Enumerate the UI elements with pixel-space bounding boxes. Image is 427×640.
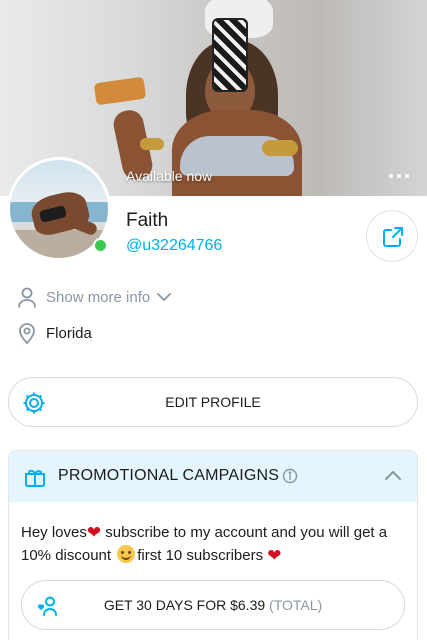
location-row: Florida <box>17 322 92 344</box>
edit-profile-label: EDIT PROFILE <box>165 394 261 410</box>
subscribe-offer-label: GET 30 DAYS FOR $6.39 (TOTAL) <box>22 597 404 613</box>
subscribe-price-text: GET 30 DAYS FOR $6.39 <box>103 597 266 613</box>
more-horizontal-icon <box>405 174 409 178</box>
gift-icon <box>25 469 45 487</box>
more-horizontal-icon <box>389 174 393 178</box>
cover-figure-bracelet <box>140 138 164 150</box>
info-icon[interactable] <box>282 468 298 484</box>
more-options-button[interactable] <box>386 166 412 186</box>
edit-profile-button[interactable]: EDIT PROFILE <box>8 377 418 427</box>
show-more-info-toggle[interactable]: Show more info <box>17 286 172 308</box>
promotional-campaigns-panel: PROMOTIONAL CAMPAIGNS Hey loves❤ subscri… <box>8 450 418 640</box>
cover-figure-toast <box>93 76 147 106</box>
chevron-down-icon <box>157 293 172 301</box>
profile-name: Faith <box>126 210 169 231</box>
online-status-dot <box>93 238 108 253</box>
avatar[interactable] <box>7 157 111 261</box>
location-pin-icon <box>19 323 35 344</box>
heart-emoji-icon: ❤ <box>267 546 282 565</box>
chevron-up-icon[interactable] <box>384 467 402 485</box>
subscribe-total-text: (TOTAL) <box>269 597 323 613</box>
share-icon <box>383 227 403 247</box>
more-horizontal-icon <box>397 174 401 178</box>
share-button[interactable] <box>366 210 418 262</box>
cover-figure-phone <box>212 18 248 92</box>
profile-handle[interactable]: @u32264766 <box>126 237 222 255</box>
user-icon <box>18 287 36 308</box>
promotional-campaigns-title: PROMOTIONAL CAMPAIGNS <box>58 467 280 484</box>
cover-figure-bracelet <box>262 140 298 156</box>
heart-emoji-icon: ❤ <box>86 523 102 542</box>
smile-emoji-icon <box>117 545 136 563</box>
availability-status: Available now <box>126 168 213 184</box>
promo-message-part1: Hey loves <box>21 524 87 541</box>
promotional-campaigns-header[interactable]: PROMOTIONAL CAMPAIGNS <box>9 451 417 502</box>
promotional-message: Hey loves❤ subscribe to my account and y… <box>21 521 411 567</box>
subscribe-offer-button[interactable]: GET 30 DAYS FOR $6.39 (TOTAL) <box>21 580 405 630</box>
promo-message-part3: first 10 subscribers <box>137 547 268 564</box>
location-text: Florida <box>46 324 92 342</box>
show-more-info-label: Show more info <box>46 288 151 306</box>
